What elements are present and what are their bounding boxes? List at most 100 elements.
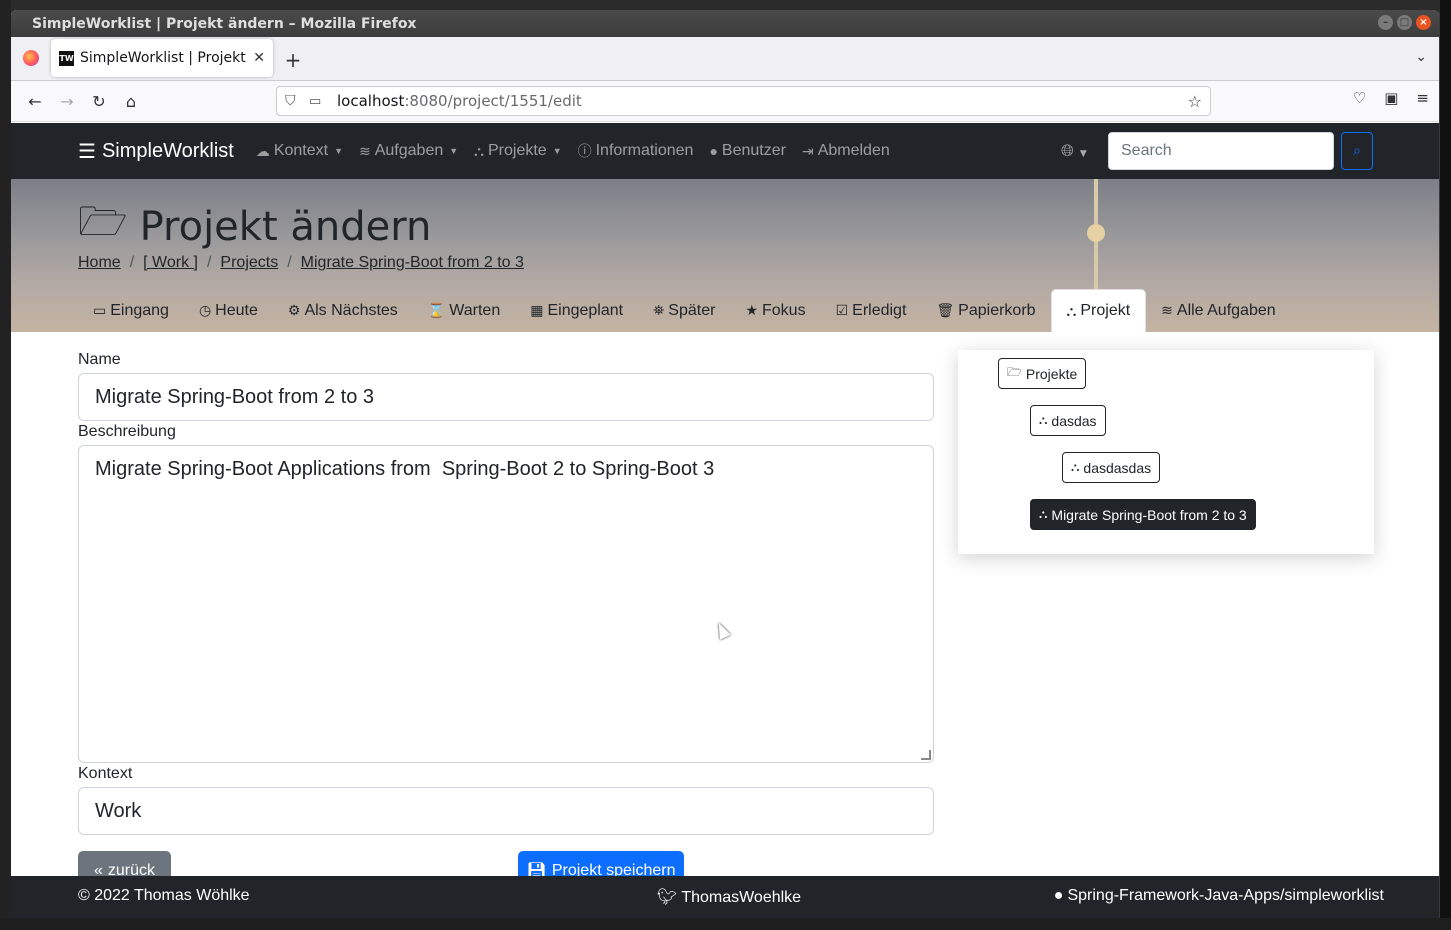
footer-twitter-label: ThomasWoehlke [681, 889, 802, 906]
tab-erledigt[interactable]: ☑ Erledigt [821, 289, 922, 332]
nav-kontext-label: Kontext [273, 142, 329, 159]
name-label: Name [78, 351, 121, 368]
browser-toolbar: ← → ↻ ⌂ ⛉ ▭ localhost:8080/project/1551/… [11, 81, 1439, 122]
breadcrumb-context[interactable]: [ Work ] [143, 254, 198, 272]
name-input[interactable]: Migrate Spring-Boot from 2 to 3 [78, 373, 934, 421]
nav-abmelden[interactable]: ⇥ Abmelden [802, 142, 890, 160]
tab-label: Projekt [1080, 302, 1131, 319]
list-icon: ☰ [78, 140, 96, 163]
nav-informationen[interactable]: ⓘ Informationen [578, 141, 694, 161]
check-square-icon: ☑ [835, 302, 849, 318]
globe-icon: 🌐︎ [1061, 141, 1074, 160]
sign-out-icon: ⇥ [801, 142, 814, 159]
tab-fokus[interactable]: ★ Fokus [730, 289, 820, 332]
list-all-tabs-icon[interactable]: ⌄ [1415, 49, 1427, 65]
tab-close-icon[interactable]: ✕ [253, 50, 265, 66]
project-tree-card: 🗁 Projekte ⛬ dasdas ⛬ dasdasdas ⛬ Migrate Sp… [958, 350, 1374, 554]
browser-tabstrip: TW SimpleWorklist | Projekt ✕ + ⌄ [11, 37, 1439, 81]
tab-papierkorb[interactable]: 🗑︎ Papierkorb [921, 289, 1050, 332]
tab-label: Warten [449, 301, 501, 319]
tree-node-dasdasdas[interactable]: ⛬ dasdasdas [1062, 452, 1161, 483]
nav-informationen-label: Informationen [595, 142, 694, 159]
star-icon: ★ [745, 302, 758, 318]
tab-spaeter[interactable]: ⛯ Später [638, 289, 730, 332]
brand-link[interactable]: ☰ SimpleWorklist [78, 139, 234, 164]
tree-root-projekte[interactable]: 🗁 Projekte [998, 358, 1087, 389]
page-title-text: Projekt ändern [139, 204, 432, 250]
calendar-icon: ▦ [530, 302, 544, 318]
tree-node-dasdas[interactable]: ⛬ dasdas [1030, 405, 1106, 436]
shield-icon[interactable]: ⛉ [285, 93, 303, 109]
search-input[interactable]: Search [1108, 132, 1334, 170]
page-header: 🗁 Projekt ändern Home / [ Work ] / Project… [11, 179, 1439, 332]
hourglass-icon: ⌛ [427, 302, 446, 318]
home-icon[interactable]: ⌂ [115, 85, 147, 117]
url-host: localhost [337, 92, 405, 110]
tab-label: Papierkorb [958, 301, 1036, 319]
tab-heute[interactable]: ◷ Heute [184, 289, 273, 332]
footer-github-link[interactable]: ● Spring-Framework-Java-Apps/simpleworkli… [1054, 887, 1384, 905]
maximize-button[interactable]: □ [1397, 15, 1412, 30]
user-icon: ● [709, 143, 718, 159]
forward-icon[interactable]: → [51, 85, 83, 117]
cloud-icon: ☁ [255, 142, 270, 159]
page-title: 🗁 Projekt ändern [78, 193, 431, 261]
tree-root-label: Projekte [1025, 365, 1078, 382]
tab-eingeplant[interactable]: ▦ Eingeplant [515, 289, 638, 332]
url-bar[interactable]: ⛉ ▭ localhost:8080/project/1551/edit ☆ [276, 86, 1211, 116]
close-window-button[interactable]: × [1416, 15, 1431, 30]
search-button[interactable]: ⌕ [1341, 132, 1373, 170]
footer-twitter-link[interactable]: 🐦︎ ThomasWoehlke [657, 887, 801, 907]
nav-kontext[interactable]: ☁ Kontext ▼ [256, 142, 343, 160]
breadcrumb-projects[interactable]: Projects [220, 254, 278, 272]
reload-icon[interactable]: ↻ [83, 85, 115, 117]
tab-label: Als Nächstes [304, 301, 398, 319]
desktop-left-edge [0, 0, 11, 930]
nav-abmelden-label: Abmelden [817, 142, 890, 159]
breadcrumb-home[interactable]: Home [78, 254, 121, 272]
tab-warten[interactable]: ⌛ Warten [413, 289, 515, 332]
page-info-icon[interactable]: ▭ [309, 94, 331, 109]
main-content: Name Migrate Spring-Boot from 2 to 3 Bes… [11, 332, 1439, 918]
pocket-icon[interactable]: ♡ [1353, 89, 1366, 107]
browser-tab-active[interactable]: TW SimpleWorklist | Projekt ✕ [51, 39, 273, 77]
resize-handle-icon[interactable] [921, 750, 931, 760]
name-input-value: Migrate Spring-Boot from 2 to 3 [95, 385, 375, 408]
new-tab-button[interactable]: + [273, 40, 313, 80]
browser-window: SimpleWorklist | Projekt ändern – Mozill… [11, 10, 1439, 918]
context-input[interactable]: Work [78, 787, 934, 835]
project-diagram-icon: ⛬ [1071, 460, 1080, 474]
tab-projekt[interactable]: ⛬ Projekt [1050, 289, 1147, 332]
firefox-view-button[interactable] [11, 36, 51, 80]
tab-favicon: TW [59, 50, 74, 66]
footer-copyright: © 2022 Thomas Wöhlke [78, 887, 250, 904]
description-textarea[interactable]: Migrate Spring-Boot Applications from Sp… [78, 445, 934, 763]
language-dropdown[interactable]: 🌐︎ ▼ [1061, 141, 1087, 161]
menu-icon[interactable]: ≡ [1416, 89, 1429, 107]
window-controls: – □ × [1378, 15, 1431, 30]
brand-name: SimpleWorklist [101, 139, 234, 162]
nav-aufgaben[interactable]: ≋ Aufgaben ▼ [359, 142, 458, 160]
tab-label: Alle Aufgaben [1176, 301, 1276, 319]
bookmark-star-icon[interactable]: ☆ [1188, 92, 1202, 111]
nav-benutzer[interactable]: ● Benutzer [709, 142, 786, 160]
tab-eingang[interactable]: ▭ Eingang [78, 289, 184, 332]
tree-node-label: dasdasdas [1083, 459, 1152, 476]
caret-down-icon: ▼ [1079, 149, 1087, 159]
breadcrumb-current-project[interactable]: Migrate Spring-Boot from 2 to 3 [301, 254, 524, 272]
tree-node-current[interactable]: ⛬ Migrate Spring-Boot from 2 to 3 [1030, 499, 1256, 530]
minimize-button[interactable]: – [1378, 15, 1393, 30]
tab-als-naechstes[interactable]: ⚙ Als Nächstes [273, 289, 413, 332]
clock-icon: ◷ [198, 302, 212, 318]
trash-icon: 🗑︎ [936, 302, 955, 318]
nav-projekte[interactable]: ⛬ Projekte ▼ [474, 142, 561, 160]
back-icon[interactable]: ← [19, 85, 51, 117]
desktop-right-edge [1440, 0, 1451, 930]
tab-alle-aufgaben[interactable]: ≋ Alle Aufgaben [1146, 289, 1290, 332]
database-icon: ≋ [1161, 302, 1173, 318]
tab-label: Eingang [110, 301, 169, 319]
tree-node-label: Migrate Spring-Boot from 2 to 3 [1051, 506, 1247, 523]
github-icon: ● [1053, 887, 1064, 904]
tree-node-label: dasdas [1051, 412, 1097, 429]
extension-icon[interactable]: ▣ [1384, 89, 1398, 107]
